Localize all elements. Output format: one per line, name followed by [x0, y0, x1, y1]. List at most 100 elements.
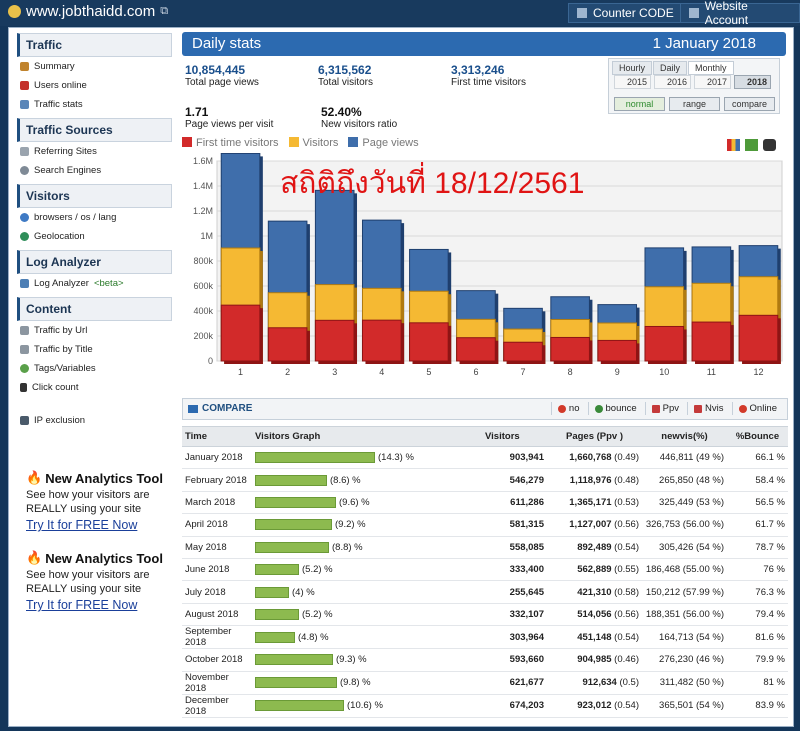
sidebar-item-geolocation[interactable]: Geolocation: [17, 227, 172, 246]
cell-bounce: 81 %: [727, 671, 788, 695]
sidebar-item-label: Click count: [32, 382, 79, 393]
cell-newvis: 446,811 (49 %): [642, 446, 727, 470]
x-tick-label: 1: [238, 367, 243, 377]
beta-badge: <beta>: [93, 278, 124, 289]
sidebar-item-users-online[interactable]: Users online: [17, 76, 172, 95]
sidebar-item-label: Traffic by Title: [34, 344, 93, 355]
col-bounce[interactable]: %Bounce: [727, 426, 788, 447]
table-row[interactable]: September 2018 (4.8) % 303,964 451,148 (0.5…: [182, 625, 788, 650]
code-icon: [20, 279, 29, 288]
mode-normal[interactable]: normal: [614, 97, 665, 111]
external-link-icon[interactable]: ⧉: [160, 5, 168, 18]
sidebar-item-log-analyzer[interactable]: Log Analyzer <beta>: [17, 274, 172, 293]
table-row[interactable]: November 2018 (9.8) % 621,677 912,634 (0.5)…: [182, 671, 788, 695]
table-row[interactable]: December 2018 (10.6) % 674,203 923,012 (0.5…: [182, 694, 788, 718]
sidebar-item-label: Search Engines: [34, 165, 102, 176]
cell-pct: (10.6) %: [347, 700, 383, 712]
y-tick-label: 600k: [193, 281, 213, 291]
year-2018[interactable]: 2018: [734, 75, 771, 89]
legend-visitors[interactable]: Visitors: [288, 137, 338, 149]
mode-compare[interactable]: compare: [724, 97, 775, 111]
sidebar-section-visitors[interactable]: Visitors: [17, 184, 172, 208]
counter-code-button[interactable]: Counter CODE: [568, 3, 683, 23]
compare-nvis-button[interactable]: Nvis: [687, 402, 729, 415]
sidebar-item-browsers[interactable]: browsers / os / lang: [17, 208, 172, 227]
sidebar-item-referring-sites[interactable]: Referring Sites: [17, 142, 172, 161]
tab-daily[interactable]: Daily: [653, 61, 688, 75]
y-tick-label: 1.2M: [193, 206, 213, 216]
cell-graph: (10.6) %: [252, 694, 482, 718]
legend-page-views[interactable]: Page views: [348, 137, 419, 149]
website-account-button[interactable]: Website Account: [680, 0, 800, 27]
sidebar-section-traffic-sources[interactable]: Traffic Sources: [17, 118, 172, 142]
pencil-icon: [20, 326, 29, 335]
table-row[interactable]: August 2018 (5.2) % 332,107 514,056 (0.56) 1…: [182, 603, 788, 627]
table-row[interactable]: January 2018 (14.3) % 903,941 1,660,768 (0.…: [182, 446, 788, 470]
cell-ppv: (0.55): [614, 564, 639, 576]
promo-link[interactable]: Try It for FREE Now: [26, 598, 163, 612]
col-newvis[interactable]: newvis(%): [642, 426, 727, 447]
browser-icon: [20, 213, 29, 222]
site-name[interactable]: www.jobthaidd.com: [26, 3, 155, 20]
cell-newvis: 150,212 (57.99 %): [642, 580, 727, 604]
cell-pages-value: 1,127,007: [569, 519, 612, 531]
promo-link[interactable]: Try It for FREE Now: [26, 518, 163, 532]
cell-time: December 2018: [182, 694, 252, 718]
compare-ppv-button[interactable]: Ppv: [644, 402, 685, 415]
sidebar-item-search-engines[interactable]: Search Engines: [17, 161, 172, 180]
table-row[interactable]: October 2018 (9.3) % 593,660 904,985 (0.46)…: [182, 648, 788, 672]
sidebar-section-log-analyzer[interactable]: Log Analyzer: [17, 250, 172, 274]
sidebar-item-traffic-by-url[interactable]: Traffic by Url: [17, 321, 172, 340]
mode-range[interactable]: range: [669, 97, 720, 111]
tab-hourly[interactable]: Hourly: [612, 61, 653, 75]
cell-time: March 2018: [182, 491, 252, 515]
site-logo[interactable]: www.jobthaidd.com ⧉: [8, 3, 168, 20]
x-tick-label: 6: [473, 367, 478, 377]
year-2015[interactable]: 2015: [614, 75, 651, 89]
stat-page-views-per-visit: 1.71 Page views per visit: [185, 105, 273, 130]
globe-icon: [20, 232, 29, 241]
sidebar-item-tags[interactable]: Tags/Variables: [17, 359, 172, 378]
compare-bounce-button[interactable]: bounce: [587, 402, 643, 415]
compare-label[interactable]: COMPARE: [188, 403, 252, 414]
area-chart-icon[interactable]: [745, 139, 758, 151]
sidebar-section-content[interactable]: Content: [17, 297, 172, 321]
col-visitors[interactable]: Visitors: [482, 426, 547, 447]
table-row[interactable]: May 2018 (8.8) % 558,085 892,489 (0.54) 305,…: [182, 536, 788, 559]
table-row[interactable]: March 2018 (9.6) % 611,286 1,365,171 (0.53)…: [182, 491, 788, 515]
current-date: 1 January 2018: [652, 35, 756, 52]
visitors-bar: [255, 631, 295, 643]
col-pages[interactable]: Pages (Ppv ): [547, 426, 642, 447]
tab-monthly[interactable]: Monthly: [688, 61, 734, 75]
stat-value: 6,315,562: [318, 63, 372, 77]
table-row[interactable]: April 2018 (9.2) % 581,315 1,127,007 (0.56)…: [182, 513, 788, 537]
cell-graph: (9.3) %: [252, 648, 482, 672]
link-icon: [20, 147, 29, 156]
table-row[interactable]: June 2018 (5.2) % 333,400 562,889 (0.55) 186…: [182, 558, 788, 582]
year-2016[interactable]: 2016: [654, 75, 691, 89]
sidebar-item-summary[interactable]: Summary: [17, 57, 172, 76]
sidebar-section-traffic[interactable]: Traffic: [17, 33, 172, 57]
visitors-bar: [255, 677, 337, 688]
table-row[interactable]: July 2018 (4) % 255,645 421,310 (0.58) 150,2…: [182, 580, 788, 604]
table-row[interactable]: February 2018 (8.6) % 546,279 1,118,976 (0.…: [182, 468, 788, 492]
stat-label: Total page views: [185, 77, 259, 88]
compare-button-label: Online: [749, 403, 777, 414]
cell-time: July 2018: [182, 580, 252, 604]
year-2017[interactable]: 2017: [694, 75, 731, 89]
sidebar-item-ip-exclusion[interactable]: IP exclusion: [17, 411, 172, 430]
content-frame: Traffic Summary Users online Traffic sta…: [8, 27, 794, 727]
visitors-bar: [255, 541, 329, 553]
camera-icon[interactable]: [763, 139, 776, 151]
sidebar-item-traffic-by-title[interactable]: Traffic by Title: [17, 340, 172, 359]
compare-no-button[interactable]: no: [550, 402, 586, 415]
cell-pages: 1,118,976 (0.48): [547, 468, 642, 492]
sidebar-item-traffic-stats[interactable]: Traffic stats: [17, 95, 172, 114]
bar-chart-icon[interactable]: [727, 139, 740, 151]
sidebar-item-click-count[interactable]: Click count: [17, 378, 172, 397]
live-icon: [20, 81, 29, 90]
compare-online-button[interactable]: Online: [731, 402, 783, 415]
flame-icon: 🔥: [26, 470, 43, 485]
col-time[interactable]: Time: [182, 426, 252, 447]
legend-first-time[interactable]: First time visitors: [182, 137, 279, 149]
